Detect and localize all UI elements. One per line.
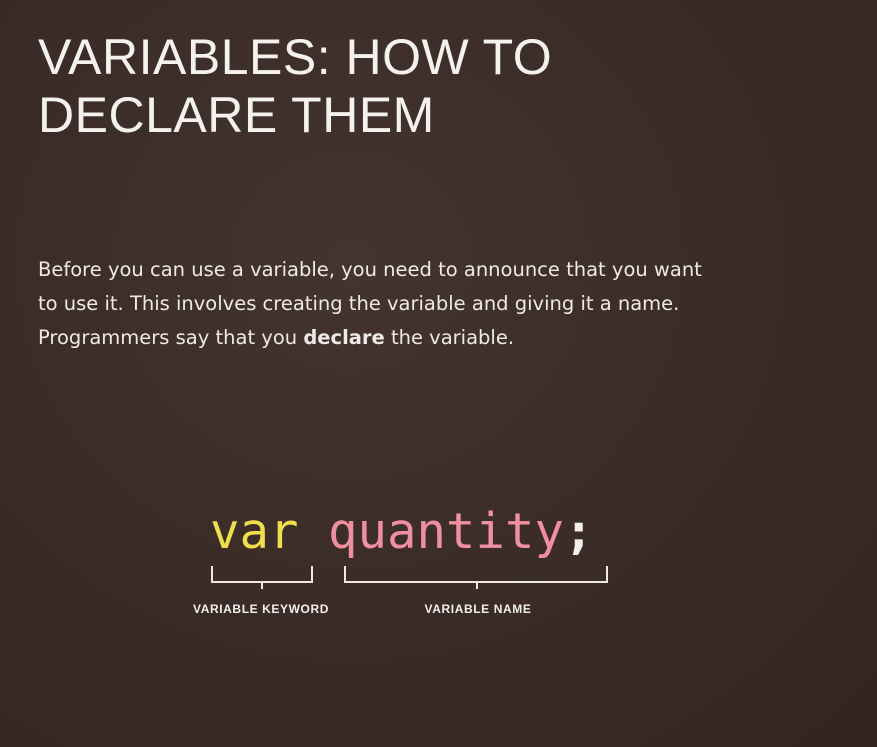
semicolon: ; [564, 503, 594, 560]
var-keyword: var [210, 503, 299, 560]
keyword-bracket [211, 566, 313, 589]
code-example-diagram: var quantity; VARIABLE KEYWORD VARIABLE … [0, 0, 877, 747]
code-statement: var quantity; [210, 502, 594, 562]
variable-name-label: VARIABLE NAME [424, 602, 532, 616]
variable-name: quantity [328, 503, 565, 560]
name-bracket [344, 566, 608, 589]
variable-keyword-label: VARIABLE KEYWORD [192, 602, 330, 616]
